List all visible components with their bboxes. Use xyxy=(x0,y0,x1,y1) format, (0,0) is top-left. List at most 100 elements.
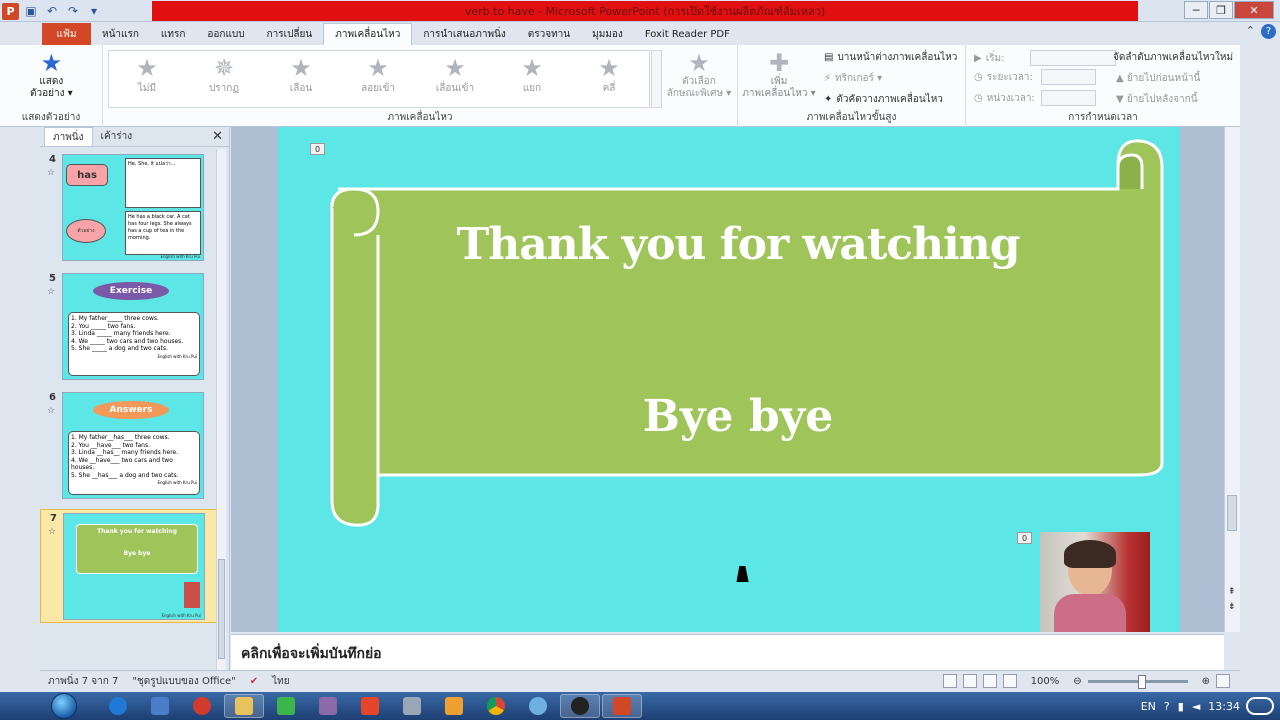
help-tray-icon[interactable]: ? xyxy=(1164,700,1170,713)
slide-thumbnail-7[interactable]: 7 ☆ Thank you for watching Bye bye Engli… xyxy=(40,509,218,623)
taskbar-app-9[interactable] xyxy=(434,694,474,718)
title-bar: P ▣ ↶ ↷ ▾ verb to have - Microsoft Power… xyxy=(0,0,1280,22)
powerpoint-logo-icon[interactable]: P xyxy=(2,2,19,20)
move-later-button[interactable]: ▼ ย้ายไปหลังจากนี้ xyxy=(1116,92,1198,107)
slide-thumbnail-5[interactable]: 5 ☆ Exercise 1. My father_____ three cow… xyxy=(40,273,218,382)
taskbar-app-7[interactable] xyxy=(350,694,390,718)
preview-button[interactable]: ★ แสดง ตัวอย่าง ▾ xyxy=(30,50,73,100)
next-slide-icon[interactable]: ⇟ xyxy=(1228,602,1236,612)
taskbar-powerpoint[interactable] xyxy=(602,694,642,718)
taskbar-app-5[interactable] xyxy=(266,694,306,718)
presenter-photo[interactable] xyxy=(1040,532,1150,632)
slide-thumbnail-4[interactable]: 4 ☆ has He, She, it แปลว่า... ตัวอย่าง H… xyxy=(40,154,218,263)
tab-foxit[interactable]: Foxit Reader PDF xyxy=(634,23,741,45)
tab-view[interactable]: มุมมอง xyxy=(581,23,634,45)
close-button[interactable]: ✕ xyxy=(1234,1,1274,19)
effect-options-button[interactable]: ★ ตัวเลือก ลักษณะพิเศษ ▾ xyxy=(665,50,733,100)
tab-transitions[interactable]: การเปลี่ยน xyxy=(256,23,324,45)
anim-none[interactable]: ★ ไม่มี xyxy=(117,55,177,96)
anim-wipe[interactable]: ★ คลี่ xyxy=(579,55,639,96)
start-button[interactable] xyxy=(44,692,84,720)
taskbar-app-6[interactable] xyxy=(308,694,348,718)
duration-spinner[interactable] xyxy=(1040,69,1096,85)
tab-outline-pane[interactable]: เค้าร่าง xyxy=(93,127,141,146)
theme-name[interactable]: "ชุดรูปแบบของ Office" xyxy=(132,674,235,689)
canvas-scrollbar[interactable]: ⇞ ⇟ xyxy=(1224,127,1240,632)
volume-icon[interactable]: ◄ xyxy=(1192,700,1200,713)
ie-icon xyxy=(109,697,127,715)
close-pane-icon[interactable]: ✕ xyxy=(212,129,223,144)
delay-spinner[interactable] xyxy=(1040,90,1096,106)
language-indicator[interactable]: ไทย xyxy=(272,674,289,689)
spellcheck-icon[interactable]: ✔ xyxy=(250,676,258,687)
prev-slide-icon[interactable]: ⇞ xyxy=(1228,587,1236,597)
anim-appear[interactable]: ✵ ปรากฏ xyxy=(194,55,254,96)
star-icon: ★ xyxy=(521,54,543,82)
anim-fade[interactable]: ★ เลือน xyxy=(271,55,331,96)
zoom-slider[interactable] xyxy=(1087,674,1188,689)
cloud-icon[interactable] xyxy=(1246,697,1274,715)
slide-7[interactable]: 0 Thank you for watching Bye bye 0 xyxy=(278,127,1180,632)
minimize-ribbon-icon[interactable]: ⌃ xyxy=(1246,24,1255,39)
slide-sorter-button[interactable] xyxy=(962,674,977,688)
customize-qat-icon[interactable]: ▾ xyxy=(85,2,103,20)
taskbar-app-3[interactable] xyxy=(182,694,222,718)
taskbar-explorer[interactable] xyxy=(224,694,264,718)
slide-thumbnail-6[interactable]: 6 ☆ Answers 1. My father__has___ three c… xyxy=(40,392,218,501)
add-animation-button[interactable]: ✚ เพิ่ม ภาพเคลื่อนไหว ▾ xyxy=(742,50,816,100)
fit-slide-button[interactable] xyxy=(1216,674,1230,688)
thumb-line: 4. We __have___ two cars and two houses. xyxy=(71,456,173,472)
delay-label: หน่วงเวลา: xyxy=(986,92,1035,104)
thumb-title: Exercise xyxy=(93,282,169,300)
tab-file[interactable]: แฟ้ม xyxy=(42,23,91,45)
tab-insert[interactable]: แทรก xyxy=(150,23,196,45)
minimize-button[interactable]: ─ xyxy=(1184,1,1208,19)
taskbar-app-2[interactable] xyxy=(140,694,180,718)
redo-icon[interactable]: ↷ xyxy=(64,2,82,20)
slide-counter: ภาพนิ่ง 7 จาก 7 xyxy=(48,676,119,687)
thumb-line: 2. You _____ two fans. xyxy=(71,322,136,330)
notes-pane[interactable]: คลิกเพื่อจะเพิ่มบันทึกย่อ xyxy=(231,634,1224,670)
tray-language[interactable]: EN xyxy=(1141,700,1156,713)
slides-pane-scrollbar[interactable] xyxy=(216,149,226,670)
taskbar-app-12[interactable] xyxy=(560,694,600,718)
maximize-button[interactable]: ❐ xyxy=(1209,1,1233,19)
folder-icon xyxy=(235,697,253,715)
slide-title[interactable]: Thank you for watching xyxy=(408,219,1068,270)
trigger-button[interactable]: ⚡ ทริกเกอร์ ▾ xyxy=(824,71,882,86)
start-select[interactable] xyxy=(1029,50,1116,66)
tab-slides-pane[interactable]: ภาพนิ่ง xyxy=(44,127,93,146)
animation-painter-button[interactable]: ✦ ตัวคัดวางภาพเคลื่อนไหว xyxy=(824,92,943,107)
anim-float-in[interactable]: ★ เลื่อนเข้า xyxy=(425,55,485,96)
slide-bye-text[interactable]: Bye bye xyxy=(408,391,1068,442)
zoom-in-icon[interactable]: ⊕ xyxy=(1202,676,1210,687)
tab-home[interactable]: หน้าแรก xyxy=(91,23,150,45)
clock[interactable]: 13:34 xyxy=(1208,700,1240,713)
move-earlier-button[interactable]: ▲ ย้ายไปก่อนหน้านี้ xyxy=(1116,71,1200,86)
reading-view-button[interactable] xyxy=(982,674,997,688)
anim-split[interactable]: ★ แยก xyxy=(502,55,562,96)
anim-fly-in[interactable]: ★ ลอยเข้า xyxy=(348,55,408,96)
save-icon[interactable]: ▣ xyxy=(22,2,40,20)
taskbar-app-11[interactable] xyxy=(518,694,558,718)
status-bar: ภาพนิ่ง 7 จาก 7 "ชุดรูปแบบของ Office" ✔ … xyxy=(40,670,1240,692)
undo-icon[interactable]: ↶ xyxy=(43,2,61,20)
taskbar-chrome[interactable] xyxy=(476,694,516,718)
slide-number: 5 xyxy=(49,273,56,284)
network-icon[interactable]: ▮ xyxy=(1178,700,1184,713)
tab-design[interactable]: ออกแบบ xyxy=(196,23,255,45)
animation-tag[interactable]: 0 xyxy=(1017,532,1032,544)
gallery-scroll[interactable] xyxy=(651,50,662,108)
taskbar-app-8[interactable] xyxy=(392,694,432,718)
slideshow-button[interactable] xyxy=(1002,674,1017,688)
preview-label-2: ตัวอย่าง ▾ xyxy=(30,88,73,99)
zoom-level[interactable]: 100% xyxy=(1031,676,1060,687)
taskbar-ie[interactable] xyxy=(98,694,138,718)
help-icon[interactable]: ? xyxy=(1261,24,1276,39)
tab-animations[interactable]: ภาพเคลื่อนไหว xyxy=(323,23,413,45)
tab-slideshow[interactable]: การนำเสนอภาพนิ่ง xyxy=(412,23,516,45)
zoom-out-icon[interactable]: ⊖ xyxy=(1073,676,1081,687)
normal-view-button[interactable] xyxy=(942,674,957,688)
tab-review[interactable]: ตรวจทาน xyxy=(517,23,581,45)
animation-pane-button[interactable]: ▤ บานหน้าต่างภาพเคลื่อนไหว xyxy=(824,50,957,65)
